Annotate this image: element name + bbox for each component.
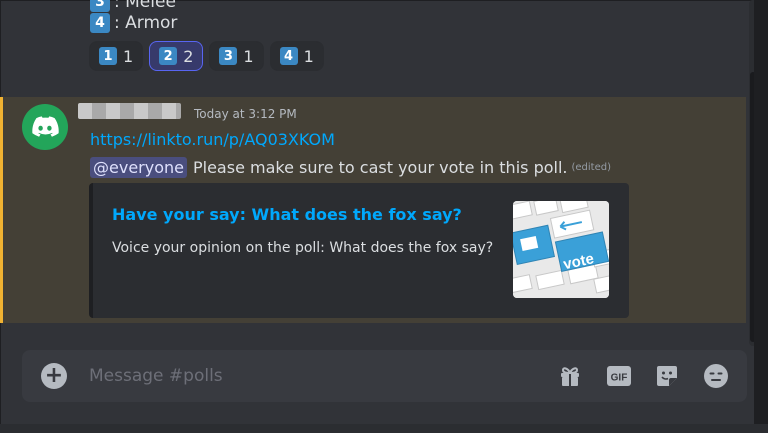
- gif-button[interactable]: GIF: [606, 363, 632, 389]
- window-edge: [754, 0, 768, 433]
- embed-title[interactable]: Have your say: What does the fox say?: [112, 205, 462, 224]
- message-input[interactable]: Message #polls: [89, 366, 223, 386]
- reaction-3[interactable]: 3 1: [209, 41, 264, 71]
- sticker-button[interactable]: [654, 363, 680, 389]
- sticker-icon: [657, 366, 677, 386]
- gif-icon: GIF: [607, 366, 631, 386]
- bottom-strip: [0, 424, 768, 433]
- poll-option-3-label: Melee: [125, 0, 176, 12]
- discord-logo-icon: [32, 116, 59, 137]
- gift-button[interactable]: [557, 363, 583, 389]
- embed-description: Voice your opinion on the poll: What doe…: [112, 240, 494, 256]
- gift-icon: [561, 367, 579, 386]
- everyone-mention[interactable]: @everyone: [90, 157, 187, 178]
- poll-option-3-text: : Melee: [114, 0, 176, 12]
- reaction-2[interactable]: 2 2: [149, 41, 204, 71]
- message-body: @everyone Please make sure to cast your …: [90, 157, 611, 178]
- edited-label: (edited): [571, 162, 611, 173]
- avatar[interactable]: [22, 104, 68, 150]
- reaction-bar: 1 1 2 2 3 1 4 1: [89, 41, 324, 71]
- add-attachment-button[interactable]: +: [41, 363, 67, 389]
- keycap-1-icon: 1: [99, 47, 117, 65]
- poll-option-3: 3 : Melee: [90, 0, 176, 12]
- reaction-count: 2: [183, 46, 194, 66]
- reaction-count: 1: [303, 46, 314, 66]
- message-text: Please make sure to cast your vote in th…: [192, 158, 568, 177]
- mention-highlight-bar: [0, 97, 3, 323]
- gif-label: GIF: [611, 373, 628, 384]
- poll-option-4-text: : Armor: [114, 13, 178, 33]
- poll-option-4-label: Armor: [125, 13, 178, 33]
- message-composer: + Message #polls GIF: [22, 350, 747, 402]
- keycap-2-icon: 2: [159, 47, 178, 65]
- emoji-button[interactable]: [703, 363, 729, 389]
- vote-keyboard-image: vote: [513, 201, 609, 298]
- reaction-1[interactable]: 1 1: [89, 41, 144, 71]
- reaction-count: 1: [123, 46, 134, 66]
- keycap-3-icon: 3: [219, 47, 238, 65]
- emoji-icon: [704, 364, 728, 388]
- keycap-3-icon: 3: [90, 0, 110, 12]
- reaction-4[interactable]: 4 1: [269, 41, 324, 71]
- poll-option-4: 4 : Armor: [90, 13, 177, 33]
- plus-icon: +: [44, 363, 64, 388]
- reaction-count: 1: [243, 46, 254, 66]
- username-redacted[interactable]: [78, 103, 181, 119]
- message-link[interactable]: https://linkto.run/p/AQ03XKOM: [90, 130, 335, 149]
- embed-thumbnail[interactable]: vote: [513, 201, 609, 298]
- keycap-4-icon: 4: [90, 13, 110, 33]
- message-timestamp: Today at 3:12 PM: [194, 107, 297, 121]
- keycap-4-icon: 4: [279, 47, 298, 65]
- link-embed: Have your say: What does the fox say? Vo…: [89, 183, 629, 318]
